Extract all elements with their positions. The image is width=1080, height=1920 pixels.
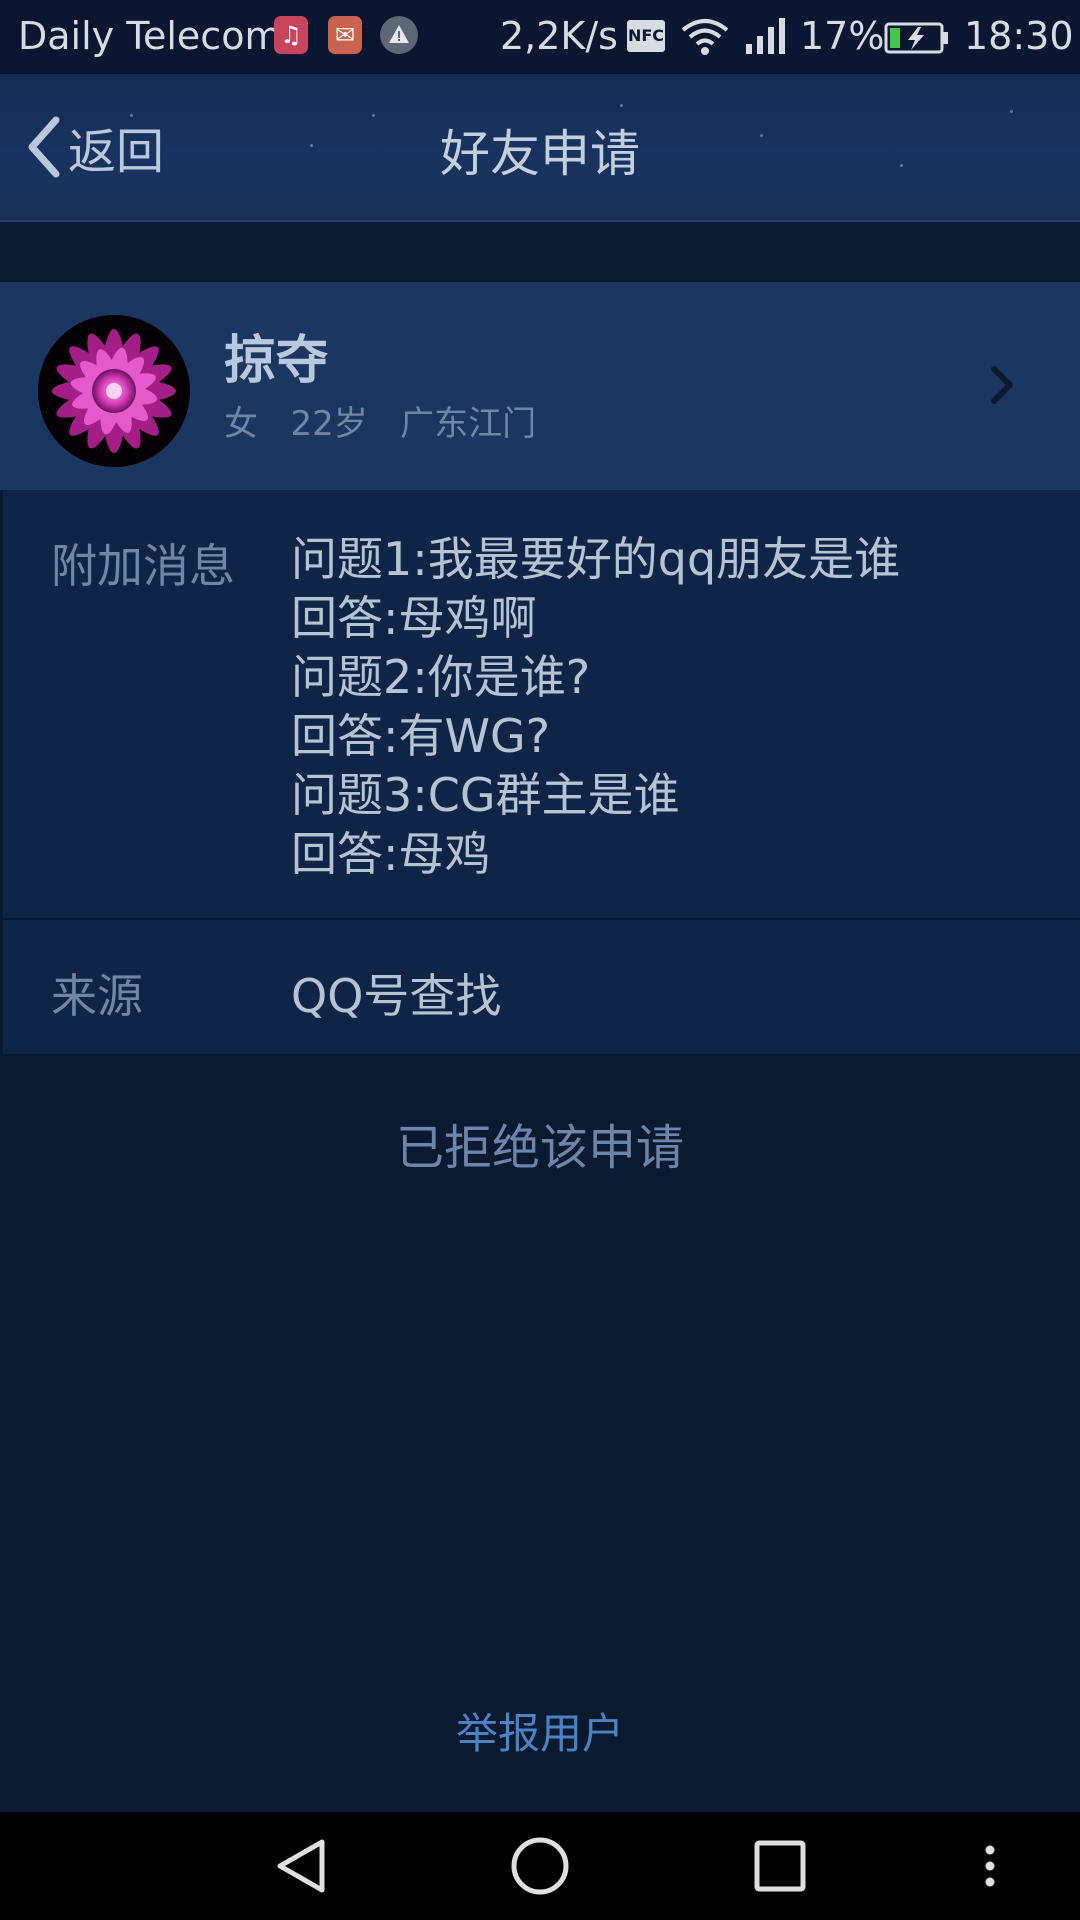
profile-meta: 女 22岁 广东江门 xyxy=(224,396,536,445)
profile-gender: 女 xyxy=(224,404,258,444)
more-options-icon[interactable] xyxy=(970,1812,1010,1920)
request-details: 附加消息 问题1:我最要好的qq朋友是谁 回答:母鸡啊 问题2:你是谁? 回答:… xyxy=(0,490,1080,1056)
message-line: 回答:母鸡 xyxy=(291,827,491,881)
source-value: QQ号查找 xyxy=(291,969,502,1023)
message-content: 问题1:我最要好的qq朋友是谁 回答:母鸡啊 问题2:你是谁? 回答:有WG? … xyxy=(291,530,900,884)
clock: 18:30 xyxy=(964,14,1074,58)
system-nav-bar xyxy=(0,1812,1080,1920)
carrier-name: Daily Telecom xyxy=(18,14,282,58)
message-line: 问题3:CG群主是谁 xyxy=(291,768,680,822)
avatar xyxy=(38,315,190,467)
nfc-icon: NFC xyxy=(627,20,665,52)
divider xyxy=(3,1054,1080,1056)
message-label: 附加消息 xyxy=(51,539,235,593)
page-title: 好友申请 xyxy=(440,125,640,183)
message-line: 回答:有WG? xyxy=(291,709,551,763)
star-decoration xyxy=(620,104,623,107)
profile-age: 22岁 xyxy=(290,404,368,444)
battery-charging-icon xyxy=(884,20,950,64)
back-nav-icon[interactable] xyxy=(260,1812,340,1920)
source-label: 来源 xyxy=(51,969,143,1023)
chevron-right-icon xyxy=(991,366,1013,404)
message-line: 问题2:你是谁? xyxy=(291,650,591,704)
network-speed: 2,2K/s xyxy=(500,14,618,58)
music-icon: ♫ xyxy=(274,16,308,54)
divider xyxy=(3,918,1080,920)
nav-header: 返回 好友申请 xyxy=(0,74,1080,222)
screen: Daily Telecom ♫ ✉ 2,2K/s NFC 17% 18:30 返… xyxy=(0,0,1080,1920)
message-line: 问题1:我最要好的qq朋友是谁 xyxy=(291,532,901,586)
home-nav-icon[interactable] xyxy=(500,1812,580,1920)
request-status: 已拒绝该申请 xyxy=(395,1120,684,1176)
status-bar: Daily Telecom ♫ ✉ 2,2K/s NFC 17% 18:30 xyxy=(0,0,1080,74)
report-user-button[interactable]: 举报用户 xyxy=(0,1700,1080,1761)
profile-name: 掠夺 xyxy=(224,331,329,391)
star-decoration xyxy=(1010,110,1013,113)
signal-icon xyxy=(744,16,790,65)
message-line: 回答:母鸡啊 xyxy=(291,591,537,645)
section-spacer xyxy=(0,222,1080,282)
warning-icon xyxy=(380,16,418,54)
profile-location: 广东江门 xyxy=(400,404,537,444)
recents-nav-icon[interactable] xyxy=(740,1812,820,1920)
battery-percent: 17% xyxy=(800,14,885,58)
mail-icon: ✉ xyxy=(328,16,362,54)
wifi-icon xyxy=(680,16,730,65)
profile-card[interactable]: 掠夺 女 22岁 广东江门 xyxy=(0,282,1080,490)
